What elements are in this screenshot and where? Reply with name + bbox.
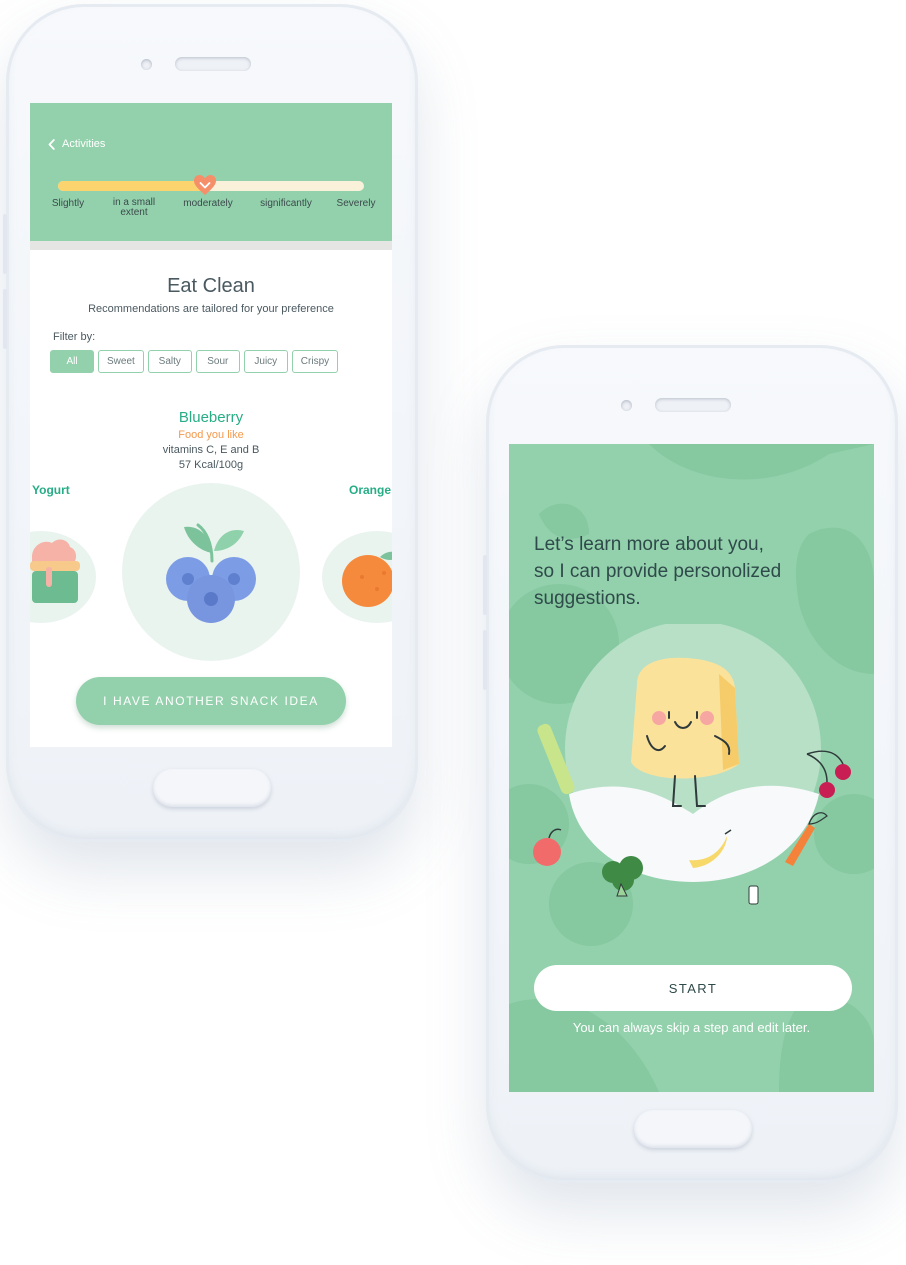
eat-clean-screen: Activities Slightly in a small extent mo… (30, 103, 392, 747)
page-subtitle: Recommendations are tailored for your pr… (88, 303, 334, 315)
phone-mockup-left: Activities Slightly in a small extent mo… (3, 4, 418, 842)
filter-chip-sour[interactable]: Sour (195, 350, 240, 373)
filter-chip-salty[interactable]: Salty (147, 350, 192, 373)
orange-icon (342, 551, 392, 607)
page-title: Eat Clean (167, 275, 255, 297)
earpiece-speaker (175, 57, 251, 71)
filter-chip-crispy[interactable]: Crispy (291, 350, 339, 373)
volume-button (483, 555, 487, 615)
apple-icon (533, 838, 561, 866)
volume-button (3, 214, 7, 274)
mascot-illustration (533, 624, 851, 905)
header-bar: Activities Slightly in a small extent mo… (30, 103, 392, 241)
volume-button (483, 630, 487, 690)
food-calories: 57 Kcal/100g (178, 459, 244, 471)
current-food-card[interactable] (122, 483, 300, 661)
yogurt-icon (30, 539, 80, 603)
phone-mockup-right: Let’s learn more about you, so I can pro… (483, 345, 898, 1183)
food-name: Blueberry (178, 409, 244, 426)
slider-label-moderately: moderately (183, 198, 233, 209)
filter-label: Filter by: (53, 331, 96, 343)
skip-note: You can always skip a step and edit late… (572, 1020, 811, 1035)
food-vitamins: vitamins C, E and B (162, 444, 260, 456)
filter-chip-all[interactable]: All (50, 350, 94, 373)
intensity-slider[interactable] (58, 175, 364, 195)
intro-line-3: suggestions. (534, 588, 641, 609)
next-food-label[interactable]: Orange (349, 483, 391, 497)
food-tag: Food you like (178, 429, 244, 441)
cherry-icon (835, 764, 851, 780)
blueberry-icon (166, 523, 256, 623)
intro-text: Let’s learn more about you, so I can pro… (534, 531, 854, 612)
back-label: Activities (62, 138, 106, 150)
filter-chip-juicy[interactable]: Juicy (243, 350, 288, 373)
slider-label-significantly: significantly (260, 198, 312, 209)
next-food-card[interactable] (322, 531, 392, 623)
milk-bottle-icon (748, 885, 759, 905)
back-button[interactable]: Activities (48, 138, 105, 150)
another-snack-button[interactable]: I HAVE ANOTHER SNACK IDEA (76, 677, 346, 725)
filter-chips: All Sweet Salty Sour Juicy Crispy (50, 350, 339, 373)
onboarding-screen: Let’s learn more about you, so I can pro… (509, 444, 874, 1092)
heart-slider-thumb-icon[interactable] (193, 174, 217, 196)
volume-button (3, 289, 7, 349)
slider-labels: Slightly in a small extent moderately si… (30, 197, 392, 229)
slider-label-slightly: Slightly (51, 198, 85, 209)
front-camera (621, 400, 632, 411)
front-camera (141, 59, 152, 70)
earpiece-speaker (655, 398, 731, 412)
slider-label-severely: Severely (336, 198, 376, 209)
chevron-left-icon (48, 138, 55, 150)
home-button[interactable] (634, 1110, 752, 1148)
header-divider (30, 241, 392, 250)
prev-food-card[interactable] (30, 531, 96, 623)
start-button[interactable]: START (534, 965, 852, 1011)
slider-fill (58, 181, 205, 191)
filter-chip-sweet[interactable]: Sweet (98, 350, 144, 373)
slider-label-small-extent: in a small extent (112, 197, 156, 218)
home-button[interactable] (153, 769, 271, 807)
intro-line-1: Let’s learn more about you, (534, 534, 764, 555)
prev-food-label[interactable]: Yogurt (32, 483, 70, 497)
intro-line-2: so I can provide personolized (534, 561, 782, 582)
